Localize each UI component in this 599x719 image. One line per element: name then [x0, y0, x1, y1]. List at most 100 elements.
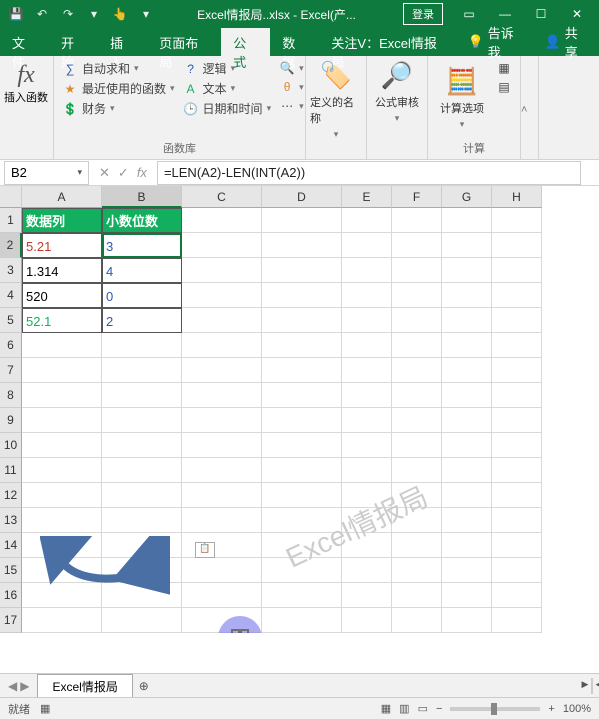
hscroll-bar[interactable]: ◀ ▶: [591, 679, 593, 693]
cell-E17[interactable]: [342, 608, 392, 633]
cell-D2[interactable]: [262, 233, 342, 258]
cell-A10[interactable]: [22, 433, 102, 458]
cell-D16[interactable]: [262, 583, 342, 608]
row-header-6[interactable]: 6: [0, 333, 22, 358]
cell-G4[interactable]: [442, 283, 492, 308]
col-header-A[interactable]: A: [22, 186, 102, 208]
select-all-corner[interactable]: [0, 186, 22, 208]
cell-G17[interactable]: [442, 608, 492, 633]
tab-formulas[interactable]: 公式: [221, 28, 270, 56]
cell-C7[interactable]: [182, 358, 262, 383]
tab-page-layout[interactable]: 页面布局: [147, 28, 221, 56]
cell-D9[interactable]: [262, 408, 342, 433]
touch-mode-icon[interactable]: 👆: [108, 2, 132, 26]
cell-A4[interactable]: 520: [22, 283, 102, 308]
cell-B1[interactable]: 小数位数: [102, 208, 182, 233]
cell-E13[interactable]: [342, 508, 392, 533]
row-header-9[interactable]: 9: [0, 408, 22, 433]
zoom-slider[interactable]: [450, 707, 540, 711]
cell-C5[interactable]: [182, 308, 262, 333]
cell-A3[interactable]: 1.314: [22, 258, 102, 283]
cell-C1[interactable]: [182, 208, 262, 233]
cell-F2[interactable]: [392, 233, 442, 258]
math-button[interactable]: θ▾: [279, 79, 304, 95]
cell-G6[interactable]: [442, 333, 492, 358]
cell-F5[interactable]: [392, 308, 442, 333]
cell-E6[interactable]: [342, 333, 392, 358]
cell-G5[interactable]: [442, 308, 492, 333]
cell-H11[interactable]: [492, 458, 542, 483]
ribbon-options-icon[interactable]: ▭: [451, 2, 487, 26]
row-header-5[interactable]: 5: [0, 308, 22, 333]
financial-button[interactable]: 💲财务 ▾: [62, 100, 175, 117]
tab-home[interactable]: 开始: [49, 28, 98, 56]
cell-A7[interactable]: [22, 358, 102, 383]
normal-view-button[interactable]: ▦: [381, 702, 391, 715]
cell-G14[interactable]: [442, 533, 492, 558]
cell-G8[interactable]: [442, 383, 492, 408]
cell-D11[interactable]: [262, 458, 342, 483]
cell-H4[interactable]: [492, 283, 542, 308]
row-header-7[interactable]: 7: [0, 358, 22, 383]
row-header-15[interactable]: 15: [0, 558, 22, 583]
row-header-3[interactable]: 3: [0, 258, 22, 283]
col-header-G[interactable]: G: [442, 186, 492, 208]
customize-qat-icon[interactable]: ▾: [82, 2, 106, 26]
cancel-formula-button[interactable]: ✕: [99, 165, 110, 181]
cell-A13[interactable]: [22, 508, 102, 533]
cell-C3[interactable]: [182, 258, 262, 283]
autosum-button[interactable]: ∑自动求和 ▾: [62, 60, 175, 77]
cell-E15[interactable]: [342, 558, 392, 583]
datetime-button[interactable]: 🕒日期和时间 ▾: [183, 100, 272, 117]
share-button[interactable]: 👤共享: [535, 28, 599, 56]
cell-A8[interactable]: [22, 383, 102, 408]
cell-G12[interactable]: [442, 483, 492, 508]
calc-options-button[interactable]: 🧮 计算选项 ▾: [432, 58, 492, 138]
cell-D15[interactable]: [262, 558, 342, 583]
cell-A5[interactable]: 52.1: [22, 308, 102, 333]
cell-F10[interactable]: [392, 433, 442, 458]
maximize-button[interactable]: ☐: [523, 2, 559, 26]
cell-C16[interactable]: [182, 583, 262, 608]
redo-icon[interactable]: ↷: [56, 2, 80, 26]
row-header-12[interactable]: 12: [0, 483, 22, 508]
cell-F8[interactable]: [392, 383, 442, 408]
cell-H3[interactable]: [492, 258, 542, 283]
cell-D13[interactable]: [262, 508, 342, 533]
cell-A9[interactable]: [22, 408, 102, 433]
row-header-14[interactable]: 14: [0, 533, 22, 558]
cell-G1[interactable]: [442, 208, 492, 233]
cell-D10[interactable]: [262, 433, 342, 458]
cell-H1[interactable]: [492, 208, 542, 233]
cell-F3[interactable]: [392, 258, 442, 283]
cell-F13[interactable]: [392, 508, 442, 533]
cell-H2[interactable]: [492, 233, 542, 258]
lookup-button[interactable]: 🔍▾: [279, 60, 304, 76]
tellme-button[interactable]: 💡告诉我: [458, 28, 535, 56]
cell-C8[interactable]: [182, 383, 262, 408]
cell-G10[interactable]: [442, 433, 492, 458]
cell-C11[interactable]: [182, 458, 262, 483]
macro-record-icon[interactable]: ▦: [40, 702, 50, 715]
cell-E3[interactable]: [342, 258, 392, 283]
cell-A17[interactable]: [22, 608, 102, 633]
cell-C14[interactable]: [182, 533, 262, 558]
cell-H13[interactable]: [492, 508, 542, 533]
cell-A6[interactable]: [22, 333, 102, 358]
cell-C15[interactable]: [182, 558, 262, 583]
page-layout-view-button[interactable]: ▥: [399, 702, 409, 715]
row-header-16[interactable]: 16: [0, 583, 22, 608]
cell-B7[interactable]: [102, 358, 182, 383]
cell-D6[interactable]: [262, 333, 342, 358]
cell-G7[interactable]: [442, 358, 492, 383]
text-button[interactable]: A文本 ▾: [183, 80, 272, 97]
cell-E10[interactable]: [342, 433, 392, 458]
cell-H15[interactable]: [492, 558, 542, 583]
row-header-8[interactable]: 8: [0, 383, 22, 408]
cell-A12[interactable]: [22, 483, 102, 508]
cell-B4[interactable]: 0: [102, 283, 182, 308]
cell-H10[interactable]: [492, 433, 542, 458]
tab-file[interactable]: 文件: [0, 28, 49, 56]
zoom-out-button[interactable]: −: [436, 703, 442, 715]
cell-H8[interactable]: [492, 383, 542, 408]
